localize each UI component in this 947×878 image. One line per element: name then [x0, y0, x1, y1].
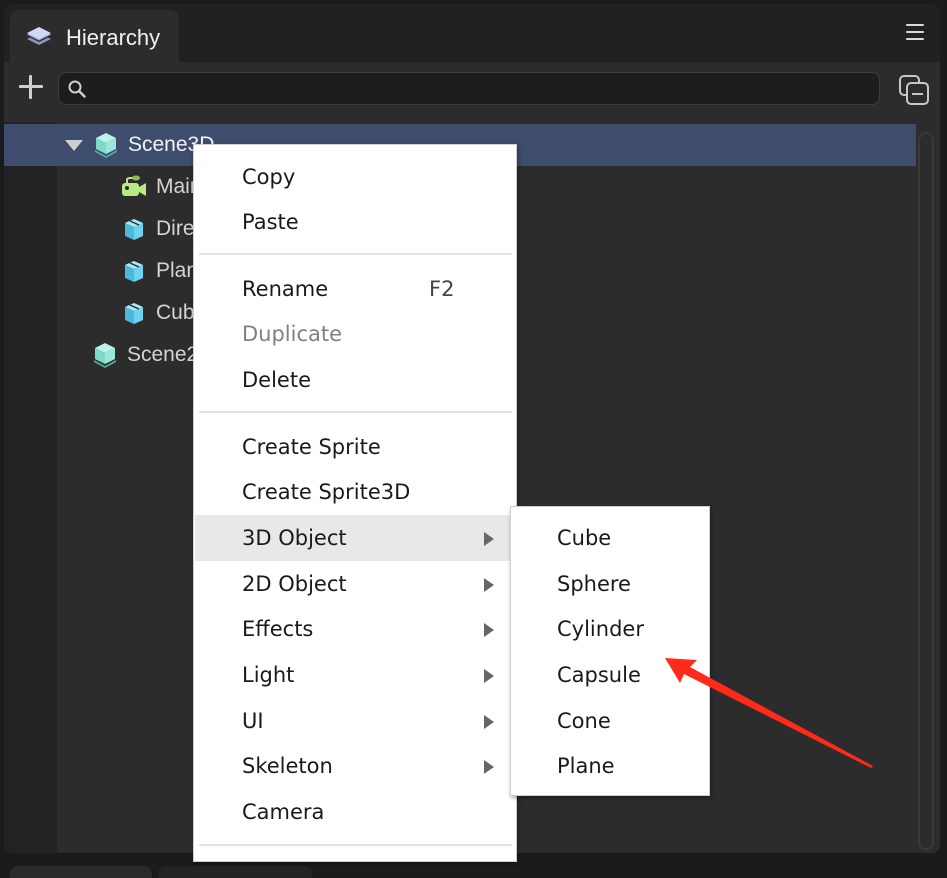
submenu-arrow-icon [484, 715, 494, 729]
sprite3d-icon [125, 261, 143, 282]
menu-item-label: Plane [557, 754, 615, 778]
menu-item-label: Skeleton [242, 754, 333, 778]
menu-item-label: Light [242, 663, 295, 687]
menu-item-label: Duplicate [242, 322, 343, 346]
menu-item-label: Create Sprite [242, 435, 381, 459]
menu-item-2d-object[interactable]: 2D Object [195, 561, 515, 607]
menu-item-label: Cylinder [557, 617, 644, 641]
menu-item-paste[interactable]: Paste [195, 199, 515, 245]
submenu-item-cylinder[interactable]: Cylinder [512, 606, 708, 652]
submenu-arrow-icon [484, 760, 494, 774]
menu-item-light[interactable]: Light [195, 652, 515, 698]
scene3d-icon [95, 133, 117, 158]
menu-item-rename[interactable]: Rename F2 [195, 266, 515, 312]
search-input[interactable] [93, 73, 873, 104]
menu-item-camera[interactable]: Camera [195, 789, 515, 835]
tree-scrollbar[interactable] [918, 132, 934, 850]
menu-item-copy[interactable]: Copy [195, 154, 515, 200]
menu-item-label: Rename [242, 277, 329, 301]
menu-item-label: Cone [557, 709, 611, 733]
menu-item-label: Sphere [557, 572, 631, 596]
menu-item-ui[interactable]: UI [195, 698, 515, 744]
menu-item-label: Camera [242, 800, 325, 824]
bottom-tab[interactable] [158, 866, 312, 878]
menu-item-3d-object[interactable]: 3D Object [195, 515, 515, 561]
menu-separator [199, 253, 512, 255]
plus-icon[interactable] [18, 74, 44, 100]
menu-item-label: 3D Object [242, 526, 347, 550]
context-menu: Copy Paste Rename F2 Duplicate Delete Cr… [193, 144, 517, 862]
menu-item-shortcut: F2 [429, 277, 455, 301]
menu-item-label: Paste [242, 210, 299, 234]
submenu-arrow-icon [484, 578, 494, 592]
search-icon [68, 80, 86, 98]
submenu-item-cone[interactable]: Cone [512, 698, 708, 744]
collapse-all-icon[interactable] [898, 74, 930, 106]
submenu-item-sphere[interactable]: Sphere [512, 561, 708, 607]
sprite3d-icon [125, 303, 143, 324]
sprite3d-icon [125, 219, 143, 240]
menu-item-create-sprite3d[interactable]: Create Sprite3D [195, 469, 515, 515]
submenu-3d-object: Cube Sphere Cylinder Capsule Cone Plane [510, 506, 710, 796]
search-box [58, 72, 880, 105]
submenu-item-plane[interactable]: Plane [512, 743, 708, 789]
submenu-item-capsule[interactable]: Capsule [512, 652, 708, 698]
menu-item-label: 2D Object [242, 572, 347, 596]
scene3d-icon [94, 343, 116, 368]
menu-item-delete[interactable]: Delete [195, 357, 515, 403]
tab-label: Hierarchy [66, 24, 161, 50]
menu-item-label: Capsule [557, 663, 641, 687]
menu-item-label: UI [242, 709, 264, 733]
submenu-item-cube[interactable]: Cube [512, 515, 708, 561]
menu-item-label: Effects [242, 617, 314, 641]
menu-item-duplicate: Duplicate [195, 311, 515, 357]
menu-item-create-sprite[interactable]: Create Sprite [195, 424, 515, 470]
submenu-arrow-icon [484, 532, 494, 546]
menu-item-label: Delete [242, 368, 311, 392]
menu-item-label: Create Sprite3D [242, 480, 411, 504]
tab-hierarchy[interactable]: Hierarchy [10, 10, 179, 65]
menu-separator [199, 844, 512, 846]
menu-separator [199, 411, 512, 413]
submenu-arrow-icon [484, 669, 494, 683]
menu-item-label: Copy [242, 165, 296, 189]
bottom-tab[interactable] [10, 866, 152, 878]
hamburger-menu-icon[interactable] [906, 24, 924, 44]
expand-caret-icon[interactable] [65, 139, 83, 151]
menu-item-skeleton[interactable]: Skeleton [195, 743, 515, 789]
submenu-arrow-icon [484, 623, 494, 637]
camera-icon [122, 175, 146, 196]
panel-tabbar: Hierarchy [4, 4, 940, 65]
menu-item-label: Cube [557, 526, 612, 550]
menu-item-effects[interactable]: Effects [195, 606, 515, 652]
layers-icon [27, 26, 51, 45]
hierarchy-toolbar [4, 62, 940, 122]
